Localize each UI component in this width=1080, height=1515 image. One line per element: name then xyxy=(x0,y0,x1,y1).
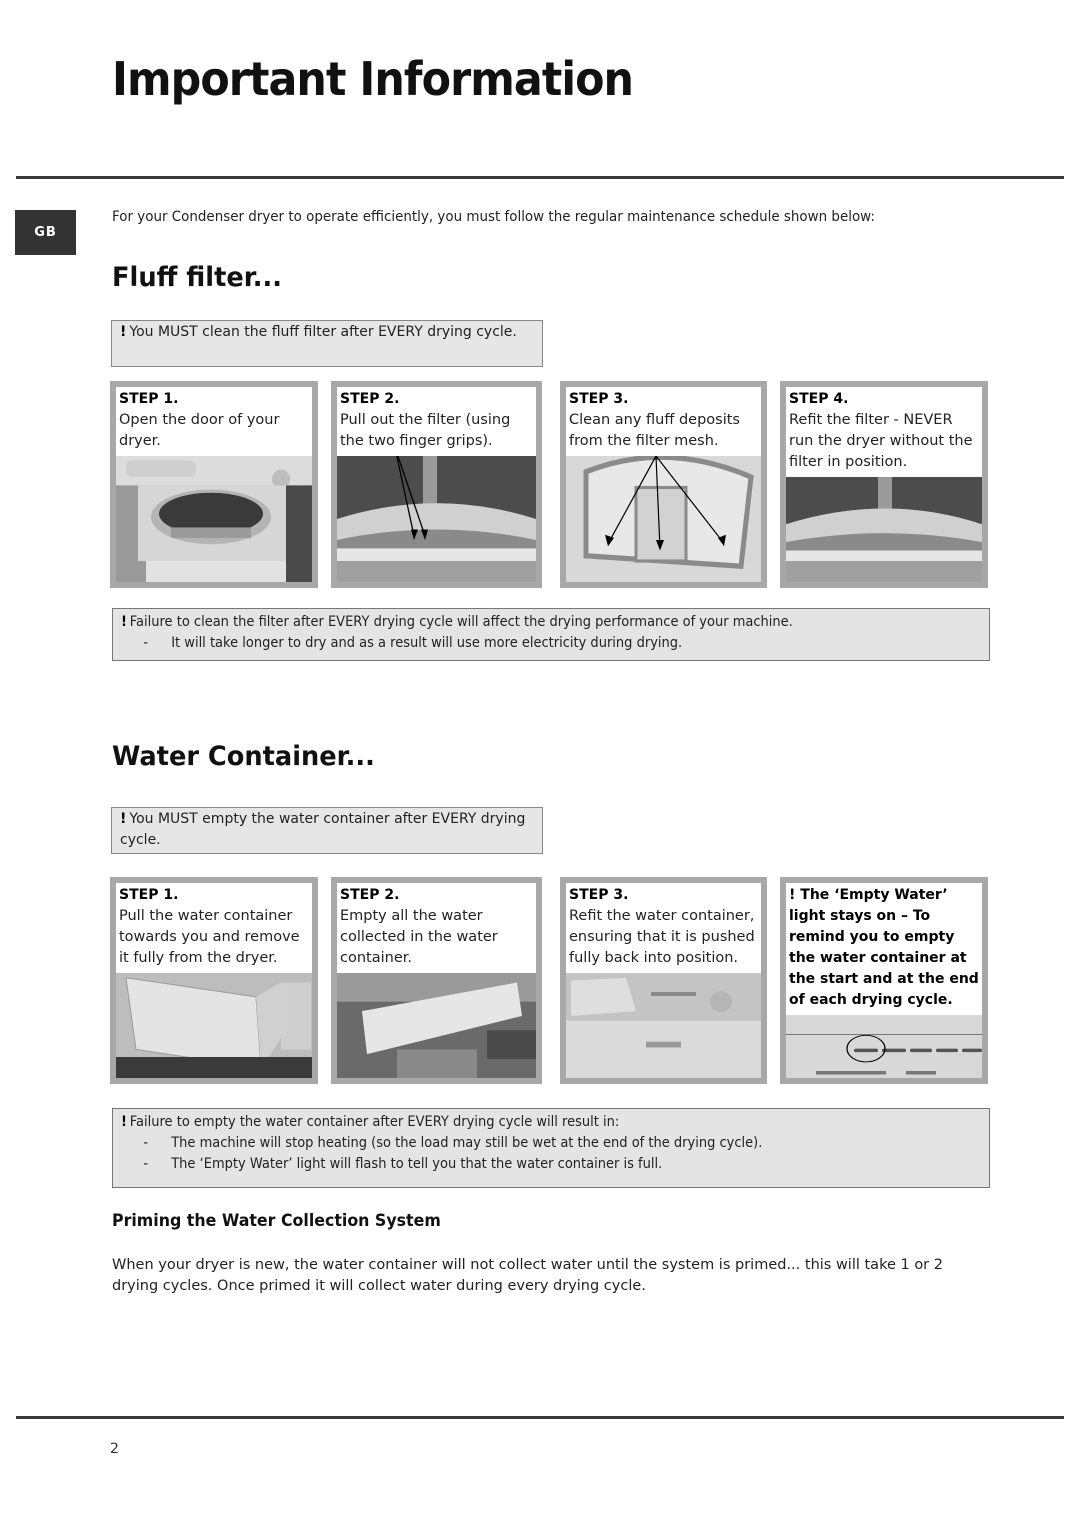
step-label: STEP 2. xyxy=(340,391,400,407)
step-text: Clean any fluff deposits from the filter… xyxy=(569,412,740,449)
refit-container-photo xyxy=(566,973,761,1078)
warning-text: Failure to clean the filter after EVERY … xyxy=(129,614,793,630)
warning-text: Failure to empty the water container aft… xyxy=(129,1114,620,1130)
header-divider xyxy=(16,176,1064,179)
step-text: Refit the filter - NEVER run the dryer w… xyxy=(789,412,973,470)
note-text: You MUST empty the water container after… xyxy=(120,811,526,848)
water-container-warning: ! Failure to empty the water container af… xyxy=(112,1108,990,1188)
water-step-3: STEP 3. Refit the water container, ensuri… xyxy=(560,877,767,1084)
step-label: STEP 1. xyxy=(119,887,179,903)
filter-mesh-photo xyxy=(566,456,761,582)
priming-heading: Priming the Water Collection System xyxy=(112,1211,441,1231)
reminder-text: The ‘Empty Water’ light stays on – To re… xyxy=(789,887,979,1008)
intro-text: For your Condenser dryer to operate effi… xyxy=(112,209,875,225)
fluff-step-2: STEP 2. Pull out the filter (using the tw… xyxy=(331,381,542,588)
filter-refitted-photo xyxy=(786,477,982,582)
step-text: Refit the water container, ensuring that… xyxy=(569,908,755,966)
warning-bullet: - The machine will stop heating (so the l… xyxy=(143,1135,763,1151)
water-container-note: ! You MUST empty the water container afte… xyxy=(111,807,543,854)
water-container-heading: Water Container... xyxy=(112,741,375,772)
step-text: Empty all the water collected in the wat… xyxy=(340,908,498,966)
step-label: STEP 2. xyxy=(340,887,400,903)
step-text: Pull out the filter (using the two finge… xyxy=(340,412,511,449)
exclamation-icon: ! xyxy=(121,1114,127,1130)
fluff-step-4: STEP 4. Refit the filter - NEVER run the … xyxy=(780,381,988,588)
empty-water-light-photo xyxy=(786,1015,982,1078)
exclamation-icon: ! xyxy=(120,811,127,827)
filter-finger-grips-photo xyxy=(337,456,536,582)
language-tab: GB xyxy=(15,210,76,255)
note-text: You MUST clean the fluff filter after EV… xyxy=(129,324,517,340)
warning-bullet: - The ‘Empty Water’ light will flash to t… xyxy=(143,1156,663,1172)
footer-divider xyxy=(16,1416,1064,1419)
fluff-filter-warning: ! Failure to clean the filter after EVERY… xyxy=(112,608,990,661)
water-step-2: STEP 2. Empty all the water collected in … xyxy=(331,877,542,1084)
fluff-filter-note: ! You MUST clean the fluff filter after E… xyxy=(111,320,543,367)
page-number: 2 xyxy=(110,1441,119,1457)
step-text: Pull the water container towards you and… xyxy=(119,908,300,966)
empty-water-reminder: ! The ‘Empty Water’ light stays on – To … xyxy=(780,877,988,1084)
empty-container-photo xyxy=(337,973,536,1078)
dryer-door-open-photo xyxy=(116,456,312,582)
warning-bullet: - It will take longer to dry and as a res… xyxy=(143,635,683,651)
exclamation-icon: ! xyxy=(120,324,127,340)
step-label: STEP 1. xyxy=(119,391,179,407)
fluff-step-3: STEP 3. Clean any fluff deposits from the… xyxy=(560,381,767,588)
step-label: STEP 4. xyxy=(789,391,849,407)
step-text: Open the door of your dryer. xyxy=(119,412,280,449)
exclamation-icon: ! xyxy=(121,614,127,630)
pull-container-photo xyxy=(116,973,312,1078)
priming-text: When your dryer is new, the water contai… xyxy=(112,1257,943,1294)
water-step-1: STEP 1. Pull the water container towards … xyxy=(110,877,318,1084)
fluff-step-1: STEP 1. Open the door of your dryer. xyxy=(110,381,318,588)
step-label: STEP 3. xyxy=(569,887,629,903)
page-title: Important Information xyxy=(112,52,634,106)
fluff-filter-heading: Fluff filter... xyxy=(112,262,282,293)
exclamation-icon: ! xyxy=(789,887,796,903)
step-label: STEP 3. xyxy=(569,391,629,407)
